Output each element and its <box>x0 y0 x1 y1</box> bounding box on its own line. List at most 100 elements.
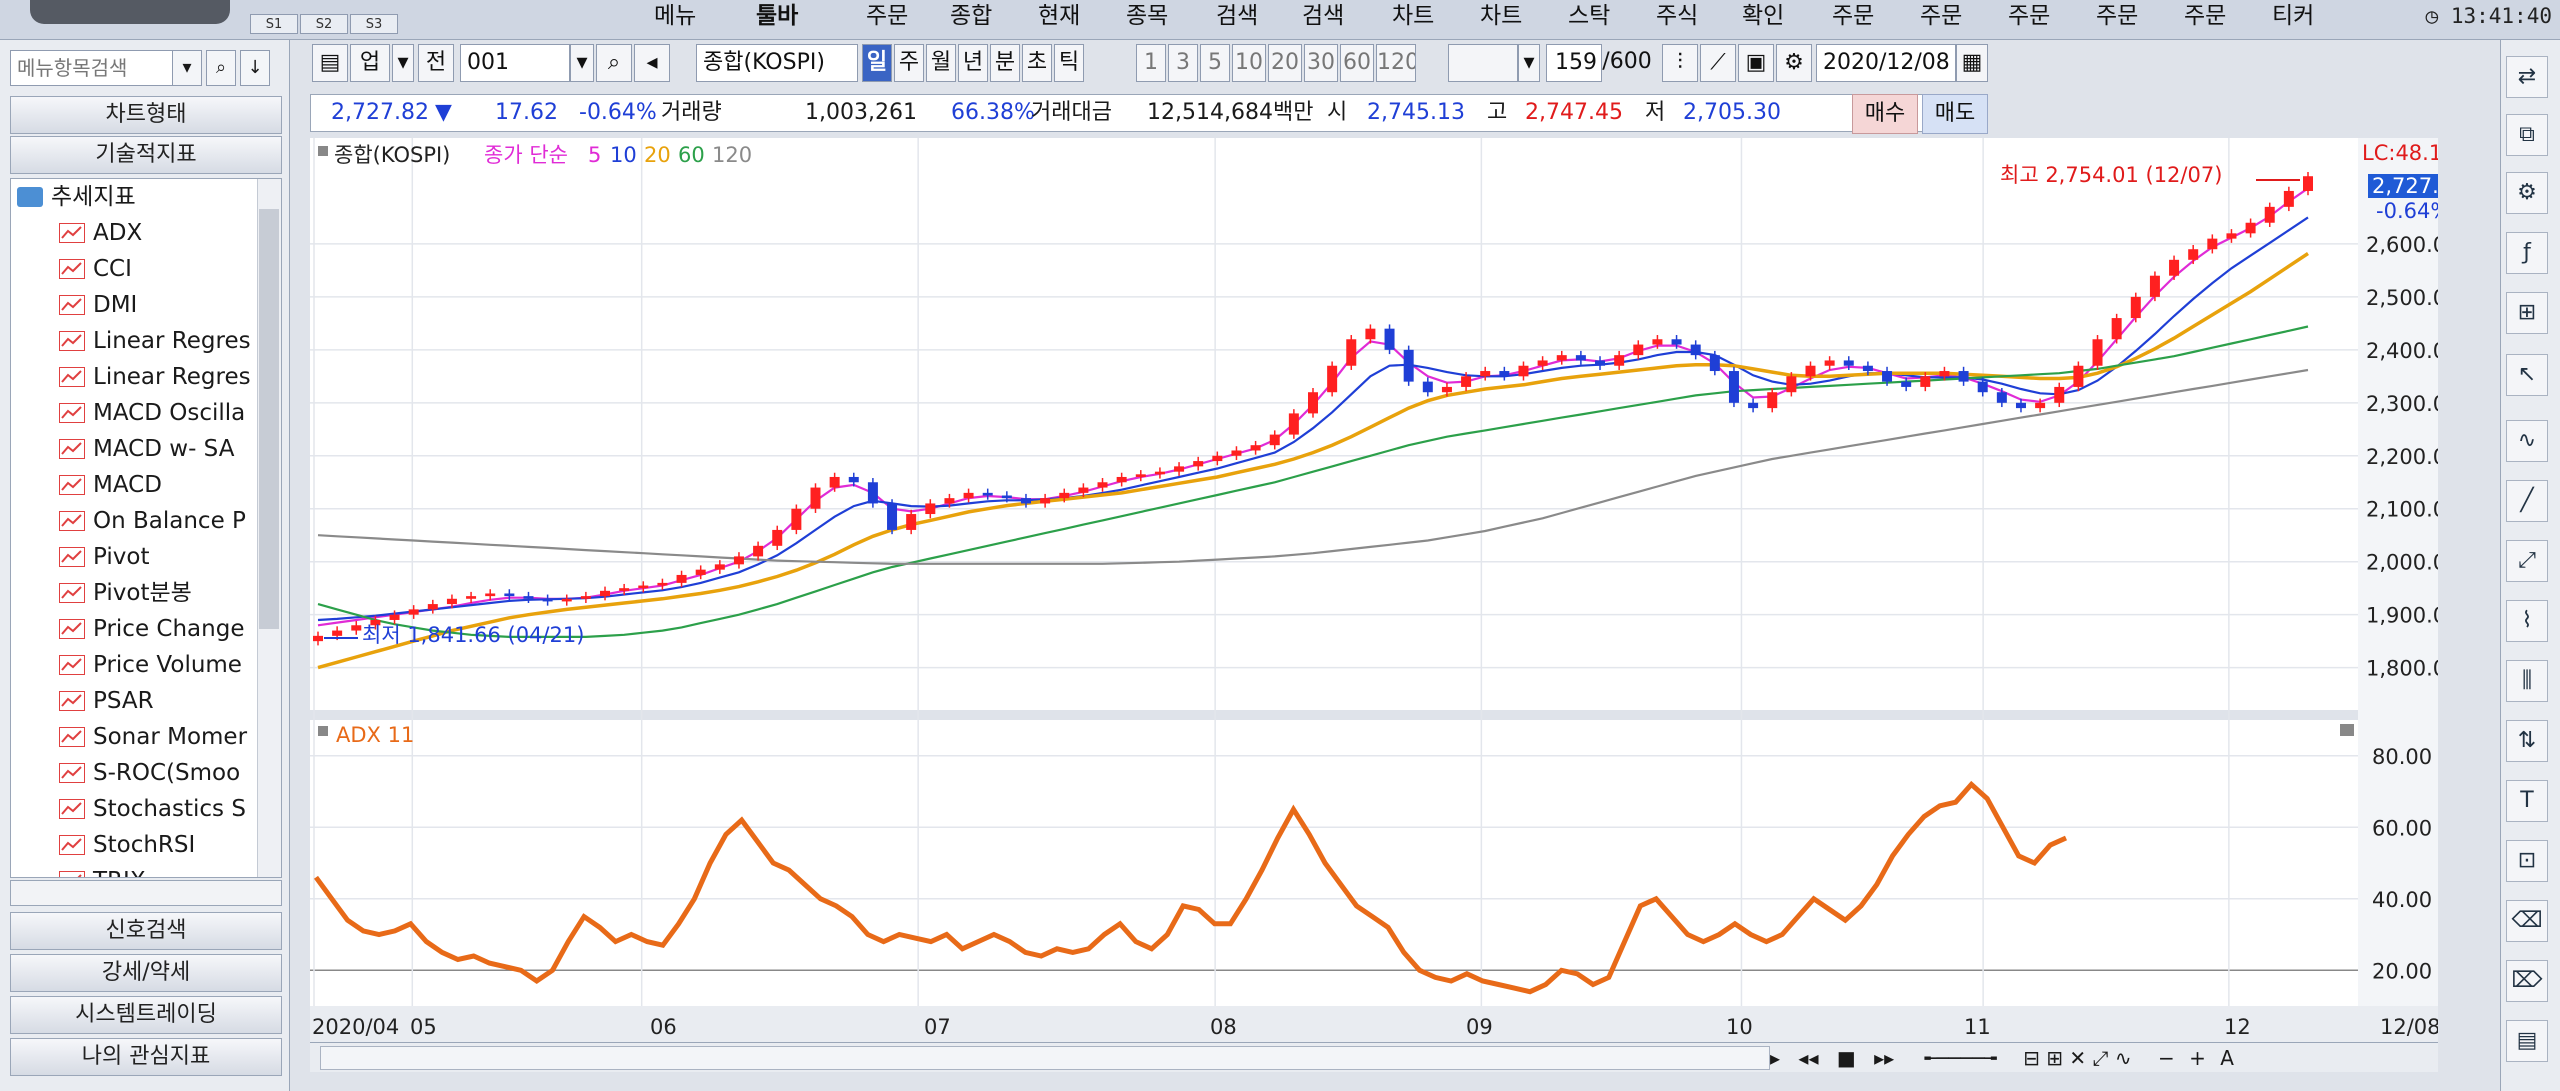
interval-button[interactable]: 5 <box>1200 44 1230 82</box>
market-select[interactable]: 업 <box>350 44 390 82</box>
tree-item[interactable]: PSAR <box>11 683 257 719</box>
zoom-slider[interactable]: ╾────╼ <box>1925 1046 1997 1070</box>
system-trading-header[interactable]: 시스템트레이딩 <box>10 996 282 1034</box>
period-button[interactable]: 월 <box>926 44 956 82</box>
stock-name-field[interactable]: 종합(KOSPI) <box>696 44 858 82</box>
bar-count-input[interactable]: 159 <box>1546 44 1602 82</box>
chart-add-icon[interactable]: ⊞ <box>2506 292 2548 334</box>
refresh-icon[interactable]: ⇄ <box>2506 56 2548 98</box>
menu-item[interactable]: 메뉴 <box>654 0 696 36</box>
menu-item[interactable]: 검색 <box>1216 0 1258 36</box>
code-search-icon[interactable]: ⌕ <box>596 44 632 82</box>
save-icon[interactable]: ▣ <box>1738 44 1774 82</box>
download-icon[interactable]: ↓ <box>240 50 270 86</box>
wave-icon[interactable]: ⌇ <box>2506 600 2548 642</box>
tree-item[interactable]: CCI <box>11 251 257 287</box>
menu-item[interactable]: 차트 <box>1480 0 1522 36</box>
tree-item[interactable]: Pivot분봉 <box>11 575 257 611</box>
candle-tool-icon[interactable]: ⫼ <box>2506 660 2548 702</box>
tree-item[interactable]: Price Change <box>11 611 257 647</box>
interval-custom[interactable] <box>1448 44 1518 82</box>
prev-button[interactable]: 전 <box>418 44 454 82</box>
menu-item[interactable]: 주문 <box>1832 0 1874 36</box>
tree-item[interactable]: DMI <box>11 287 257 323</box>
menu-item[interactable]: 주문 <box>2184 0 2226 36</box>
zoom-tools[interactable]: ⊟ ⊞ ✕ ⤢ ∿ <box>2023 1046 2131 1070</box>
menu-item[interactable]: 종목 <box>1126 0 1168 36</box>
interval-button[interactable]: 1 <box>1136 44 1166 82</box>
tree-horizontal-scrollbar[interactable] <box>10 880 282 906</box>
tree-item[interactable]: Price Volume <box>11 647 257 683</box>
tree-item[interactable]: On Balance P <box>11 503 257 539</box>
settings-icon[interactable]: ⚙ <box>2506 172 2548 214</box>
font-size-icon[interactable]: A <box>2220 1046 2234 1070</box>
menu-item[interactable]: 스탁 <box>1568 0 1610 36</box>
tree-item[interactable]: ADX <box>11 215 257 251</box>
auto-line-icon[interactable]: ⤢ <box>2506 540 2548 582</box>
tree-item[interactable]: StochRSI <box>11 827 257 863</box>
cursor-icon[interactable]: ↖ <box>2506 354 2548 396</box>
table-icon[interactable]: ▤ <box>2506 1020 2548 1062</box>
tree-scroll-thumb[interactable] <box>259 209 279 629</box>
candle-icon[interactable]: ⫶ <box>1662 44 1698 82</box>
tree-root[interactable]: 추세지표 <box>17 179 136 215</box>
zoom-in-icon[interactable]: + <box>2189 1046 2206 1070</box>
sell-button[interactable]: 매도 <box>1922 94 1988 134</box>
eraser-icon[interactable]: ⌫ <box>2506 900 2548 942</box>
menu-item[interactable]: 툴바 <box>756 0 798 36</box>
tree-item[interactable]: S-ROC(Smoo <box>11 755 257 791</box>
tree-item[interactable]: MACD <box>11 467 257 503</box>
period-button[interactable]: 초 <box>1022 44 1052 82</box>
code-input[interactable]: 001 <box>460 44 570 82</box>
interval-button[interactable]: 10 <box>1232 44 1266 82</box>
interval-button[interactable]: 120 <box>1376 44 1416 82</box>
screen-tab-s2[interactable]: S2 <box>300 14 348 34</box>
menu-item[interactable]: 차트 <box>1392 0 1434 36</box>
note-icon[interactable]: ⊡ <box>2506 840 2548 882</box>
layout-icon[interactable]: ▤ <box>312 44 348 82</box>
screen-tab-s3[interactable]: S3 <box>350 14 398 34</box>
menu-item[interactable]: 현재 <box>1038 0 1080 36</box>
period-button[interactable]: 주 <box>894 44 924 82</box>
menu-item[interactable]: 주문 <box>866 0 908 36</box>
forward-icon[interactable]: ▸▸ <box>1874 1046 1894 1070</box>
panel-close-icon[interactable] <box>2340 724 2354 736</box>
market-dropdown-icon[interactable]: ▾ <box>392 44 414 82</box>
interval-dropdown-icon[interactable]: ▾ <box>1518 44 1540 82</box>
copy-icon[interactable]: ⧉ <box>2506 114 2548 156</box>
tree-item[interactable]: Linear Regres <box>11 323 257 359</box>
rewind-icon[interactable]: ◂◂ <box>1798 1046 1818 1070</box>
buy-button[interactable]: 매수 <box>1852 94 1918 134</box>
tree-item[interactable]: Stochastics S <box>11 791 257 827</box>
speaker-icon[interactable]: ◂ <box>634 44 670 82</box>
calendar-icon[interactable]: ▦ <box>1956 44 1988 82</box>
interval-button[interactable]: 20 <box>1268 44 1302 82</box>
menu-item[interactable]: 주문 <box>2096 0 2138 36</box>
my-indicator-header[interactable]: 나의 관심지표 <box>10 1038 282 1076</box>
line-icon[interactable]: ╱ <box>2506 480 2548 522</box>
code-dropdown-icon[interactable]: ▾ <box>570 44 594 82</box>
gear-icon[interactable]: ⚙ <box>1776 44 1812 82</box>
chart-scrollbar[interactable] <box>320 1046 1770 1070</box>
price-chart[interactable]: 2,600.00 2,500.00 2,400.00 2,300.00 2,200.00… <box>310 138 2438 1044</box>
scroll-left-icon[interactable]: ▸ <box>1770 1046 1780 1070</box>
tech-indicator-header[interactable]: 기술적지표 <box>10 136 282 174</box>
menu-item[interactable]: 주식 <box>1656 0 1698 36</box>
line-tool-icon[interactable]: ⟋ <box>1700 44 1736 82</box>
menu-item[interactable]: 티커 <box>2272 0 2314 36</box>
menu-item[interactable]: 종합 <box>950 0 992 36</box>
tree-item[interactable]: MACD w- SA <box>11 431 257 467</box>
menu-item[interactable]: 주문 <box>2008 0 2050 36</box>
period-button[interactable]: 틱 <box>1054 44 1084 82</box>
stop-icon[interactable]: ■ <box>1837 1046 1856 1070</box>
function-icon[interactable]: ƒ <box>2506 232 2548 274</box>
menu-item[interactable]: 검색 <box>1302 0 1344 36</box>
interval-button[interactable]: 60 <box>1340 44 1374 82</box>
bull-bear-header[interactable]: 강세/약세 <box>10 954 282 992</box>
search-icon[interactable]: ⌕ <box>206 50 236 86</box>
tree-item[interactable]: Sonar Momer <box>11 719 257 755</box>
swap-icon[interactable]: ⇅ <box>2506 720 2548 762</box>
signal-search-header[interactable]: 신호검색 <box>10 912 282 950</box>
chart-type-header[interactable]: 차트형태 <box>10 96 282 134</box>
period-button[interactable]: 일 <box>862 44 892 82</box>
